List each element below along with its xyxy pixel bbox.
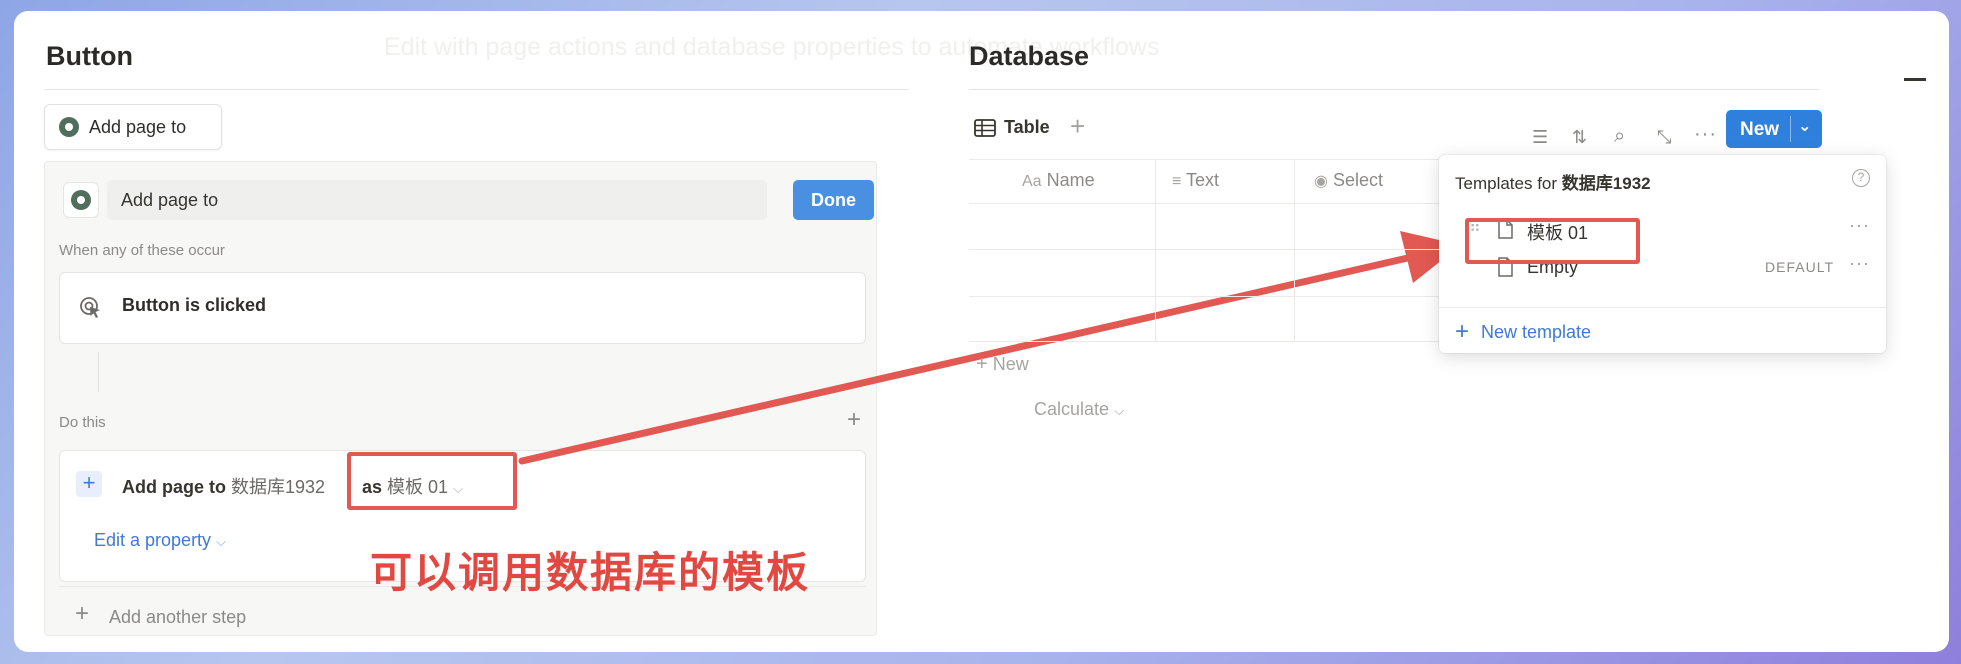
column-divider <box>1294 159 1295 341</box>
new-button-separator <box>1790 116 1791 142</box>
chevron-down-icon: ⌵ <box>1114 403 1124 418</box>
table-row-line <box>969 249 1439 250</box>
add-row-label: New <box>992 354 1029 374</box>
templates-dropdown-title: Templates for 数据库1932 <box>1455 169 1651 194</box>
column-select-label: Select <box>1332 170 1384 190</box>
table-view-tab[interactable]: Table <box>974 117 1050 138</box>
new-template-button[interactable]: + New template <box>1455 318 1591 346</box>
text-type-icon: Aa <box>1022 173 1042 190</box>
more-icon[interactable]: ··· <box>1694 123 1717 146</box>
templates-title-db: 数据库1932 <box>1561 174 1651 193</box>
calculate-button[interactable]: Calculate ⌵ <box>1034 399 1124 420</box>
templates-title-prefix: Templates for <box>1455 174 1558 193</box>
column-header-text[interactable]: ≡ Text <box>1172 170 1219 191</box>
filter-icon[interactable]: ☰ <box>1532 127 1548 148</box>
help-icon[interactable]: ? <box>1852 169 1870 187</box>
annotation-caption: 可以调用数据库的模板 <box>370 549 811 596</box>
collapse-icon[interactable] <box>1904 78 1926 81</box>
highlight-box-template <box>1465 218 1640 264</box>
more-icon[interactable]: ··· <box>1849 253 1870 274</box>
new-page-button[interactable]: New ⌄ <box>1726 110 1822 148</box>
table-view-label: Table <box>1004 117 1050 137</box>
add-view-plus-icon[interactable]: + <box>1070 111 1085 142</box>
right-divider <box>969 89 1819 90</box>
plus-icon: + <box>1455 318 1470 345</box>
column-name-label: Name <box>1046 170 1095 190</box>
plus-icon: + <box>976 353 988 375</box>
lines-icon: ≡ <box>1172 173 1182 190</box>
column-text-label: Text <box>1186 170 1220 190</box>
new-button-label: New <box>1740 119 1780 140</box>
new-template-label: New template <box>1481 321 1592 342</box>
table-row-line <box>969 341 1439 342</box>
default-badge: DEFAULT <box>1765 259 1834 275</box>
column-header-name[interactable]: Aa Name <box>1022 170 1095 191</box>
more-icon[interactable]: ··· <box>1849 215 1870 236</box>
search-icon[interactable]: ⌕ <box>1614 125 1625 148</box>
add-row-button[interactable]: + New <box>976 353 1029 376</box>
expand-icon[interactable]: ⤡ <box>1657 127 1671 148</box>
table-header-top-line <box>969 159 1439 160</box>
calculate-label: Calculate <box>1034 399 1110 419</box>
database-title: Database <box>969 41 1090 71</box>
select-type-icon: ◉ <box>1314 173 1328 190</box>
column-header-select[interactable]: ◉ Select <box>1314 170 1383 191</box>
dropdown-divider <box>1439 307 1886 308</box>
table-icon <box>974 118 996 137</box>
table-row-line <box>969 296 1439 297</box>
column-divider <box>1155 159 1156 341</box>
screenshot-frame: Edit with page actions and database prop… <box>14 11 1949 652</box>
chevron-down-icon[interactable]: ⌄ <box>1798 116 1811 136</box>
sort-icon[interactable]: ⇅ <box>1572 127 1587 148</box>
table-row-line <box>969 203 1439 204</box>
